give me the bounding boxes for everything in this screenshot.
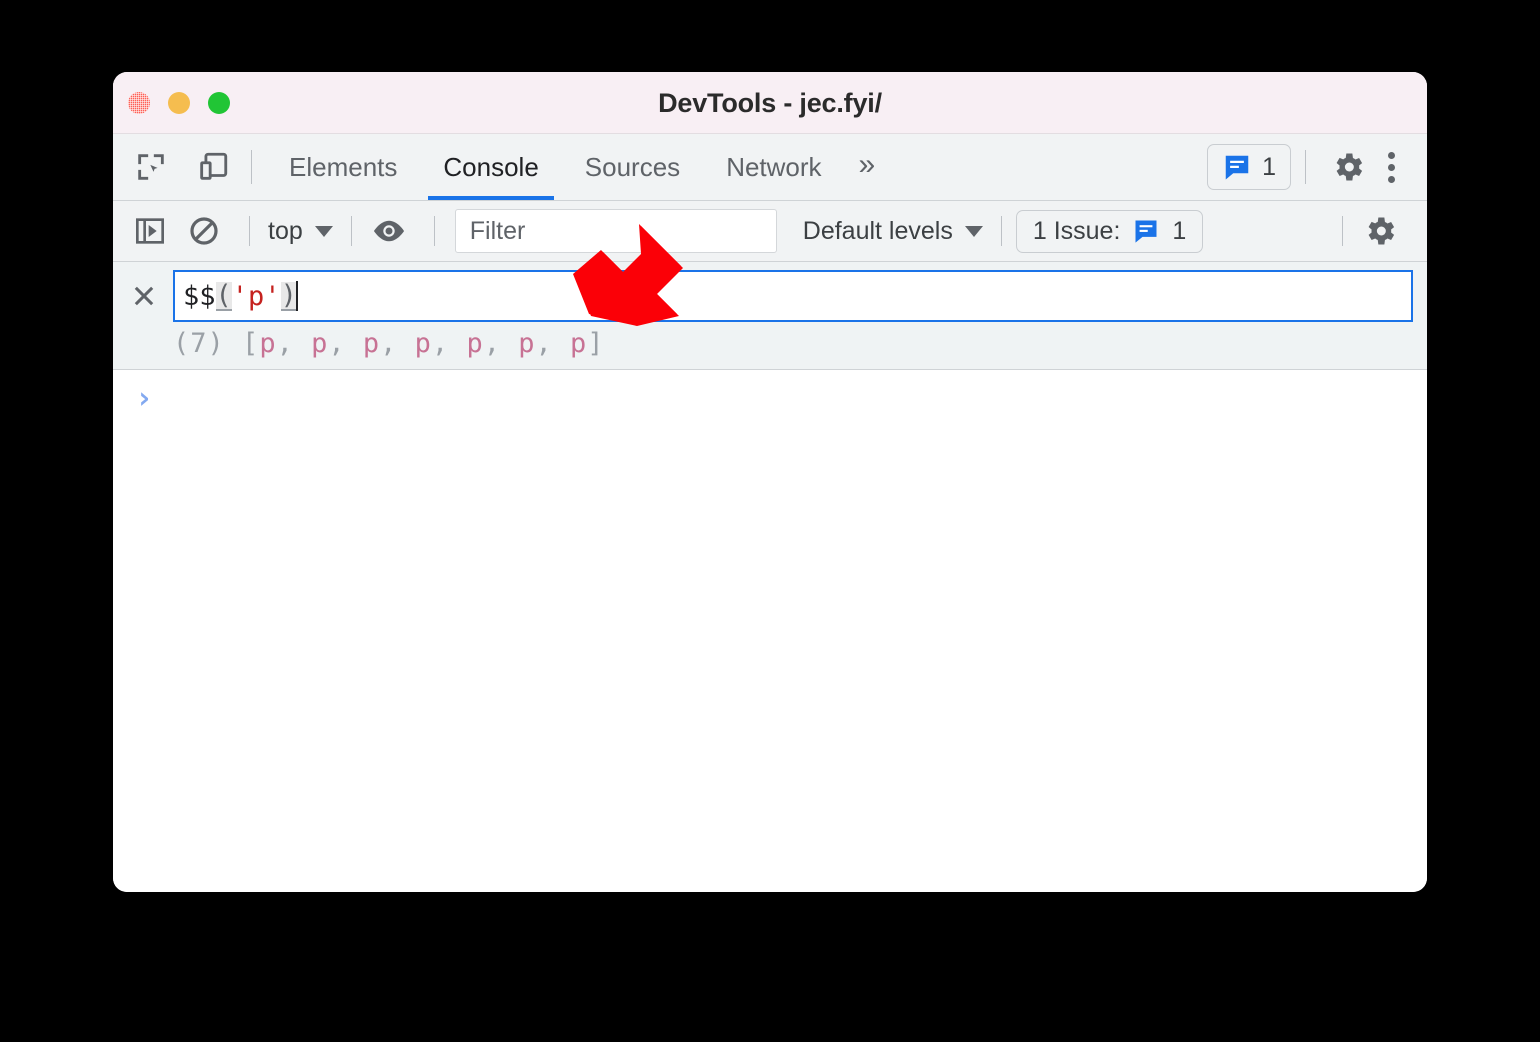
issue-counter-button[interactable]: 1 Issue: 1 <box>1015 209 1204 253</box>
live-expression-editor-row: $$('p') <box>127 270 1413 322</box>
device-toolbar-icon[interactable] <box>189 143 237 191</box>
result-close-bracket: ] <box>587 328 605 359</box>
result-separator: , <box>328 328 363 359</box>
execution-context-value: top <box>268 216 303 245</box>
tab-sources[interactable]: Sources <box>562 134 703 200</box>
window-title: DevTools - jec.fyi/ <box>658 88 882 118</box>
result-length: (7) <box>173 328 225 359</box>
toolbar-divider-2 <box>350 216 352 246</box>
log-levels-value: Default levels <box>802 216 953 245</box>
filter-input[interactable]: Filter <box>454 209 777 253</box>
result-open-bracket: [ <box>242 328 260 359</box>
toolbar-divider-4 <box>1000 216 1002 246</box>
result-item: p <box>414 328 432 359</box>
chevron-down-icon <box>314 225 333 237</box>
result-item: p <box>570 328 588 359</box>
more-vertical-icon[interactable] <box>1372 151 1411 183</box>
more-tabs-chevron-icon[interactable]: » <box>845 150 890 180</box>
eye-icon[interactable] <box>366 208 412 254</box>
live-expression-row: $$('p') (7) [p, p, p, p, p, p, p] <box>113 262 1427 370</box>
result-separator: , <box>380 328 415 359</box>
clear-console-icon[interactable] <box>181 208 227 254</box>
expression-token-name: $$ <box>183 280 216 312</box>
result-item: p <box>518 328 536 359</box>
expression-token-close-paren: ) <box>280 279 297 311</box>
console-sidebar-icon[interactable] <box>127 208 173 254</box>
issues-bubble-icon <box>1135 220 1157 243</box>
issue-counter-label: 1 Issue: <box>1032 216 1121 245</box>
result-separator: , <box>483 328 519 359</box>
tab-elements[interactable]: Elements <box>266 134 420 200</box>
tabbar-right-divider <box>1305 150 1306 184</box>
gear-icon[interactable] <box>1357 208 1403 254</box>
panel-tabs: Elements Console Sources Network » <box>266 134 889 200</box>
close-icon[interactable] <box>127 279 161 313</box>
result-item: p <box>311 328 329 359</box>
toolbar-divider-5 <box>1342 216 1343 246</box>
console-prompt[interactable]: › <box>113 384 1427 414</box>
tabbar-right-actions: 1 <box>1207 143 1427 191</box>
title-bar: DevTools - jec.fyi/ <box>113 72 1427 134</box>
prompt-chevron-icon: › <box>135 381 154 416</box>
chevron-down-icon <box>964 225 983 237</box>
toolbar-divider-1 <box>249 216 250 246</box>
tab-console[interactable]: Console <box>420 134 561 200</box>
gear-icon[interactable] <box>1324 143 1372 191</box>
expression-token-string: 'p' <box>231 280 281 312</box>
tab-network[interactable]: Network <box>703 134 844 200</box>
issues-badge-button[interactable]: 1 <box>1207 144 1291 190</box>
log-levels-selector[interactable]: Default levels <box>799 217 987 246</box>
issues-badge-count: 1 <box>1262 152 1276 181</box>
result-item: p <box>466 328 484 359</box>
tabbar-divider <box>251 150 252 184</box>
console-toolbar: top Filter Default levels 1 Issue: 1 <box>113 201 1427 262</box>
text-cursor <box>295 281 298 311</box>
result-item: p <box>259 328 277 359</box>
main-tab-bar: Elements Console Sources Network » 1 <box>113 134 1427 201</box>
filter-placeholder: Filter <box>469 216 526 245</box>
live-expression-result: (7) [p, p, p, p, p, p, p] <box>173 328 1413 359</box>
live-expression-input[interactable]: $$('p') <box>173 270 1413 322</box>
issue-counter-count: 1 <box>1172 216 1187 245</box>
issues-bubble-icon <box>1225 155 1249 180</box>
inspect-element-icon[interactable] <box>127 143 175 191</box>
expression-token-open-paren: ( <box>215 279 232 311</box>
devtools-window: DevTools - jec.fyi/ Elements Console Sou… <box>113 72 1427 892</box>
console-message-list[interactable]: › <box>113 370 1427 892</box>
execution-context-selector[interactable]: top <box>264 217 337 246</box>
result-separator: , <box>431 328 467 359</box>
result-separator: , <box>535 328 570 359</box>
toolbar-divider-3 <box>433 216 435 246</box>
result-item: p <box>362 328 381 359</box>
console-toolbar-right <box>1328 208 1427 254</box>
result-separator: , <box>276 328 312 359</box>
